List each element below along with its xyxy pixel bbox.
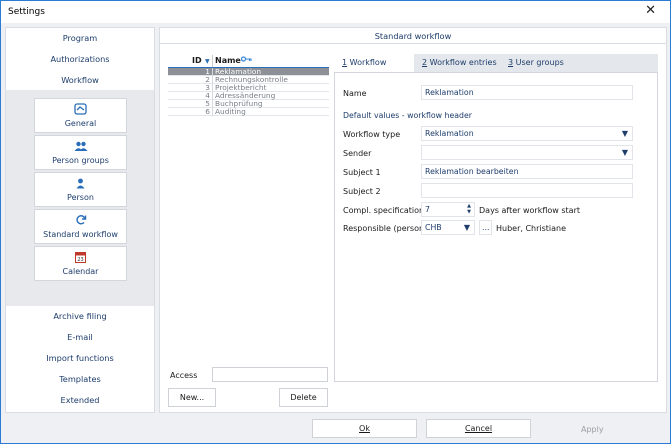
sender-select[interactable]: ▼ [421, 145, 633, 160]
workflow-header-form: Name Reklamation Default values - workfl… [334, 72, 658, 382]
grid-header: ID ▼ Name [168, 54, 329, 68]
sender-label: Sender [343, 149, 372, 158]
workflow-type-value: Reklamation [425, 129, 474, 138]
tab-label: Workflow entries [427, 58, 497, 67]
name-label: Name [343, 89, 367, 98]
compl-spec-suffix: Days after workflow start [479, 206, 580, 215]
key-icon [240, 55, 252, 65]
general-icon [35, 102, 126, 116]
panel-title: Standard workflow [160, 28, 666, 44]
table-row[interactable]: 6 Auditing [168, 108, 329, 116]
section-heading: Default values - workflow header [343, 111, 472, 120]
cancel-button[interactable]: Cancel [426, 419, 531, 438]
tab-strip: 1 Workflow header 2 Workflow entries 3 U… [334, 54, 658, 85]
subnav-label: Calendar [62, 267, 99, 276]
chevron-down-icon: ▼ [621, 129, 628, 138]
cell-id: 1 [205, 67, 210, 76]
subnav-label: General [64, 119, 97, 128]
cell-name: Auditing [215, 107, 246, 116]
calendar-icon: 23 [35, 250, 126, 264]
cell-id: 4 [205, 91, 210, 100]
tab-label: User groups [513, 58, 564, 67]
nav-bottom-group: Archive filing E-mail Import functions T… [6, 306, 154, 412]
cell-id: 6 [205, 107, 210, 116]
tab-workflow-entries[interactable]: 2 Workflow entries [422, 54, 504, 72]
subnav-standard-workflow[interactable]: Standard workflow [34, 209, 127, 244]
settings-window: Settings ✕ Program Authorizations Workfl… [0, 0, 671, 444]
new-button[interactable]: New... [168, 388, 216, 407]
standard-workflow-panel: Standard workflow ID ▼ Name 1 Reklamatio… [159, 27, 667, 413]
ok-label: Ok [359, 424, 370, 433]
access-label: Access [170, 371, 198, 380]
name-field[interactable]: Reklamation [421, 85, 633, 100]
subnav-label: Standard workflow [43, 230, 118, 239]
cell-separator [212, 84, 213, 92]
workflow-type-select[interactable]: Reklamation ▼ [421, 126, 633, 141]
person-groups-icon [35, 139, 126, 153]
subnav-person-groups[interactable]: Person groups [34, 135, 127, 170]
svg-text:23: 23 [77, 257, 83, 263]
subnav-calendar[interactable]: 23 Calendar [34, 246, 127, 281]
cell-id: 2 [205, 75, 210, 84]
nav-item-extended[interactable]: Extended [6, 390, 154, 410]
compl-spec-value: 7 [425, 205, 430, 214]
responsible-label: Responsible (person) [343, 224, 428, 233]
subject2-label: Subject 2 [343, 187, 381, 196]
nav-item-templates[interactable]: Templates [6, 369, 154, 389]
workflow-grid: ID ▼ Name 1 Reklamation 2 Rechnungskontr… [168, 54, 329, 130]
column-header-id[interactable]: ID ▼ [168, 54, 212, 67]
subject1-label: Subject 1 [343, 168, 381, 177]
workflow-subnav: General Person groups Person Standard wo… [6, 90, 154, 306]
responsible-browse-button[interactable]: ... [479, 220, 492, 235]
person-icon [35, 176, 126, 190]
workflow-type-label: Workflow type [343, 130, 401, 139]
compl-spec-label: Compl. specification [343, 206, 425, 215]
cancel-label: Cancel [464, 424, 493, 433]
refresh-icon [35, 213, 126, 227]
cell-separator [212, 108, 213, 116]
close-icon[interactable]: ✕ [645, 4, 656, 18]
nav-item-email[interactable]: E-mail [6, 327, 154, 347]
subnav-label: Person [67, 193, 94, 202]
nav-item-import-functions[interactable]: Import functions [6, 348, 154, 368]
chevron-down-icon: ▼ [463, 223, 470, 232]
access-field[interactable] [212, 367, 328, 382]
title-bar: Settings ✕ [1, 1, 670, 23]
column-header-name[interactable]: Name [215, 54, 241, 67]
cell-separator [212, 68, 213, 76]
column-header-id-label: ID [192, 56, 202, 65]
nav-item-archive-filing[interactable]: Archive filing [6, 306, 154, 326]
cell-id: 3 [205, 83, 210, 92]
subnav-label: Person groups [52, 156, 109, 165]
subject1-field[interactable]: Reklamation bearbeiten [421, 164, 633, 179]
tab-user-groups[interactable]: 3 User groups [508, 54, 578, 72]
cell-separator [212, 100, 213, 108]
cell-separator [212, 76, 213, 84]
subnav-person[interactable]: Person [34, 172, 127, 207]
responsible-name: Huber, Christiane [496, 224, 567, 233]
cell-separator [212, 92, 213, 100]
nav-item-workflow[interactable]: Workflow [6, 70, 154, 90]
subject2-field[interactable] [421, 183, 633, 198]
table-row[interactable]: 5 Buchprüfung [168, 100, 329, 108]
nav-top-group: Program Authorizations Workflow [6, 28, 154, 90]
responsible-select[interactable]: CHB ▼ [421, 220, 475, 235]
responsible-value: CHB [425, 223, 442, 232]
window-title: Settings [8, 7, 45, 17]
nav-item-program[interactable]: Program [6, 28, 154, 48]
compl-spec-stepper[interactable]: 7 ▲ ▼ [421, 202, 475, 217]
settings-nav: Program Authorizations Workflow General … [5, 27, 155, 413]
cell-id: 5 [205, 99, 210, 108]
stepper-arrows-icon[interactable]: ▲ ▼ [465, 203, 473, 215]
nav-item-authorizations[interactable]: Authorizations [6, 49, 154, 69]
tab-workflow-header[interactable]: 1 Workflow header [334, 54, 414, 85]
column-separator [212, 55, 213, 67]
ok-button[interactable]: Ok [312, 419, 417, 438]
chevron-down-icon: ▼ [621, 148, 628, 157]
delete-button[interactable]: Delete [279, 388, 328, 407]
subnav-general[interactable]: General [34, 98, 127, 133]
apply-button[interactable]: Apply [581, 425, 604, 434]
